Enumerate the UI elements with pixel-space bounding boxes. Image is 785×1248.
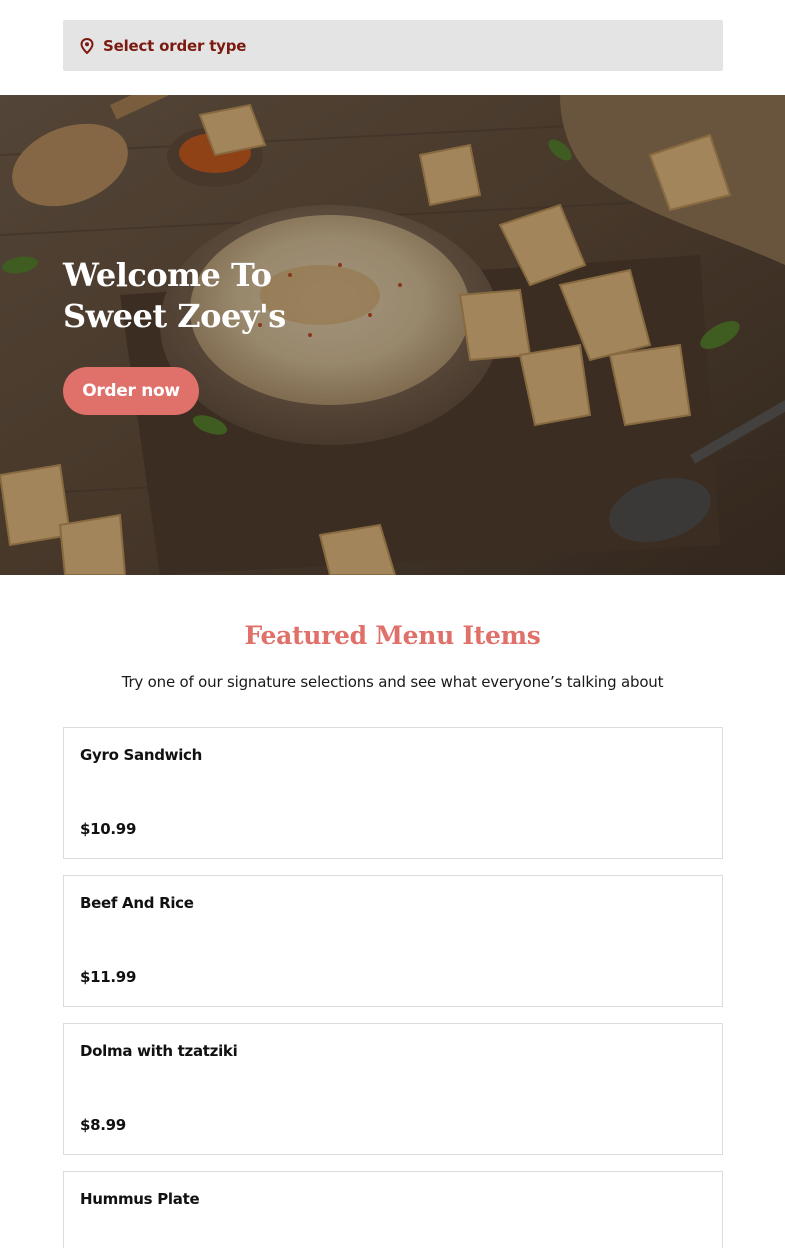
menu-item-name: Gyro Sandwich xyxy=(80,746,203,764)
menu-item-name: Dolma with tzatziki xyxy=(80,1042,238,1060)
menu-item-name: Hummus Plate xyxy=(80,1190,200,1208)
menu-item-card[interactable]: Dolma with tzatziki $8.99 xyxy=(63,1023,723,1155)
menu-item-card[interactable]: Beef And Rice $11.99 xyxy=(63,875,723,1007)
order-now-button[interactable]: Order now xyxy=(63,367,199,415)
select-order-type-button[interactable]: Select order type xyxy=(63,20,723,71)
menu-item-price: $8.99 xyxy=(80,1116,126,1134)
menu-item-price: $10.99 xyxy=(80,820,137,838)
order-type-header: Select order type xyxy=(0,0,785,95)
featured-title: Featured Menu Items xyxy=(244,621,541,650)
menu-item-card[interactable]: Gyro Sandwich $10.99 xyxy=(63,727,723,859)
menu-item-card[interactable]: Hummus Plate xyxy=(63,1171,723,1248)
menu-item-price: $11.99 xyxy=(80,968,137,986)
menu-item-name: Beef And Rice xyxy=(80,894,194,912)
hero-title: Welcome To Sweet Zoey's xyxy=(63,256,286,335)
map-pin-icon xyxy=(80,37,94,54)
order-type-label: Select order type xyxy=(103,36,247,55)
featured-subtitle: Try one of our signature selections and … xyxy=(121,673,664,691)
hero-banner: Welcome To Sweet Zoey's Order now xyxy=(0,95,785,575)
